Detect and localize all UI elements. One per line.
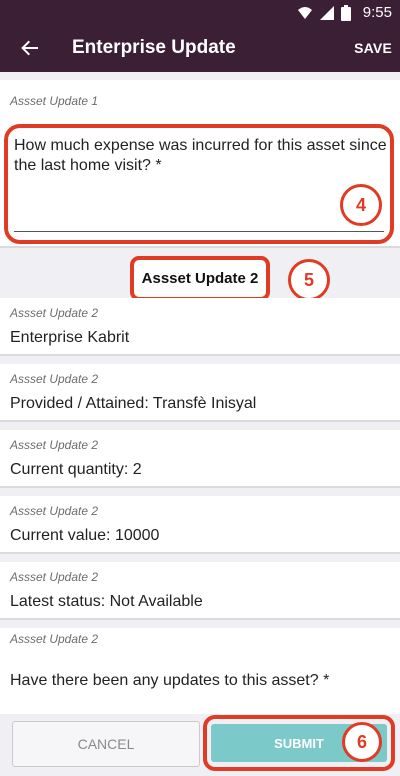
bottom-bar: CANCEL SUBMIT 6 [0, 714, 400, 776]
item-label: Assset Update 2 [10, 504, 99, 518]
list-item: Assset Update 2 Latest status: Not Avail… [0, 562, 400, 620]
cell-signal-icon [319, 5, 335, 21]
arrow-left-icon [21, 40, 38, 56]
list-item: Assset Update 2 Provided / Attained: Tra… [0, 364, 400, 422]
item-label: Assset Update 2 [10, 570, 99, 584]
item-value: Provided / Attained: Transfè Inisyal [10, 395, 257, 412]
save-button[interactable]: SAVE [354, 40, 392, 56]
item-value: Enterprise Kabrit [10, 329, 130, 346]
updates-question-item[interactable]: Assset Update 2 Have there been any upda… [0, 628, 400, 714]
question-card: Assset Update 1 How much expense was inc… [0, 80, 400, 248]
battery-icon [340, 4, 357, 21]
annotation-badge-4: 4 [340, 184, 382, 226]
updates-question-text: Have there been any updates to this asse… [10, 672, 330, 689]
back-button[interactable] [16, 34, 44, 62]
list-item: Assset Update 2 Enterprise Kabrit [0, 298, 400, 356]
list-item: Assset Update 2 Current value: 10000 [0, 496, 400, 554]
item-label: Assset Update 2 [10, 372, 99, 386]
item-value: Current value: 10000 [10, 527, 160, 544]
expense-question-text: How much expense was incurred for this a… [14, 137, 387, 174]
wifi-icon [297, 5, 313, 21]
list-item: Assset Update 2 Current quantity: 2 [0, 430, 400, 488]
input-underline [14, 231, 384, 232]
expense-question-input[interactable]: How much expense was incurred for this a… [4, 124, 394, 244]
section-header: Assset Update 2 [130, 256, 270, 301]
annotation-badge-6: 6 [342, 722, 382, 762]
form-content[interactable]: Assset Update 1 How much expense was inc… [0, 72, 400, 714]
item-value: Current quantity: 2 [10, 461, 142, 478]
page-title: Enterprise Update [72, 37, 236, 58]
annotation-badge-5: 5 [288, 259, 330, 301]
question-card-label: Assset Update 1 [10, 94, 99, 108]
cancel-button[interactable]: CANCEL [12, 721, 200, 767]
item-value: Latest status: Not Available [10, 593, 203, 610]
status-bar: 9:55 [0, 0, 400, 26]
item-label: Assset Update 2 [10, 632, 99, 646]
app-bar: Enterprise Update SAVE [0, 26, 400, 72]
status-time: 9:55 [362, 4, 392, 21]
item-label: Assset Update 2 [10, 438, 99, 452]
item-label: Assset Update 2 [10, 306, 99, 320]
